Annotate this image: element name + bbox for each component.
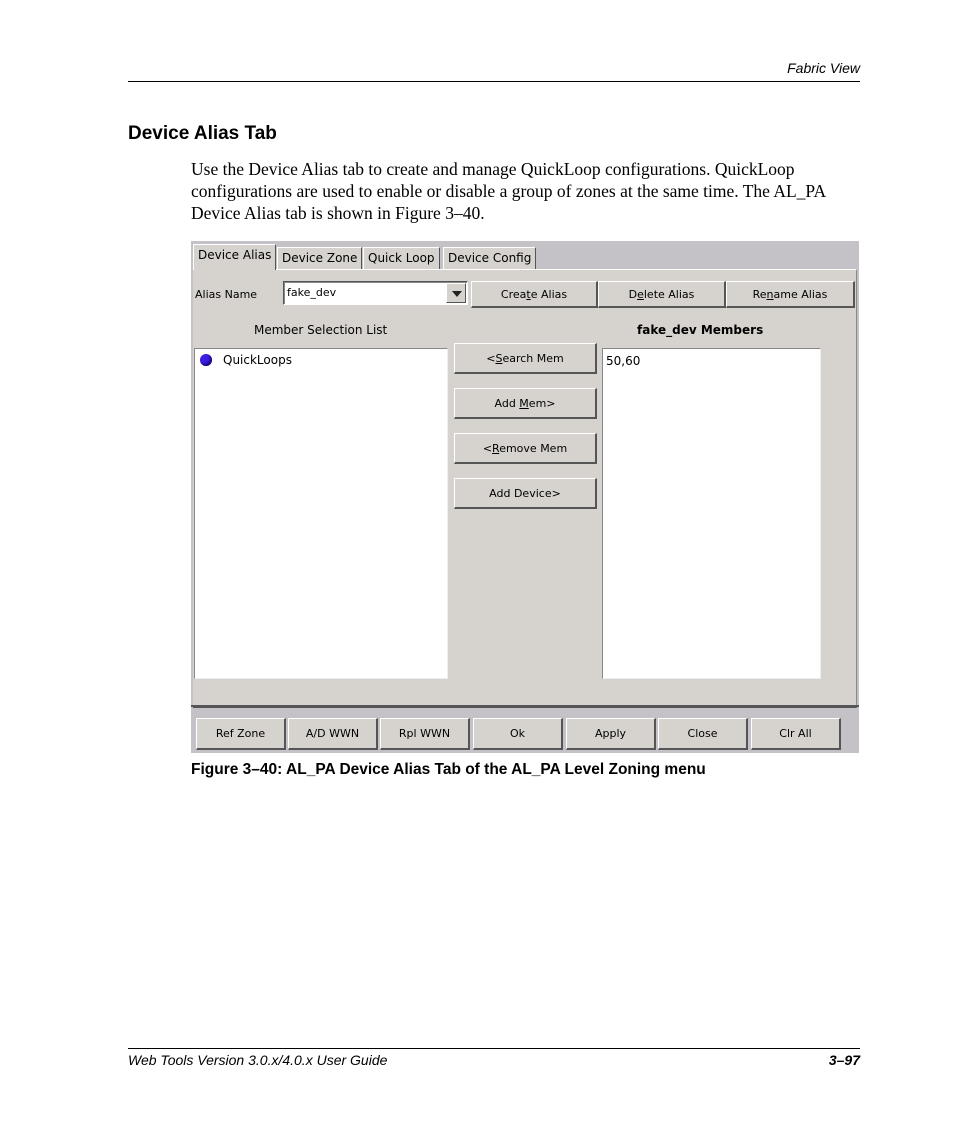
running-head: Fabric View [787, 60, 860, 76]
alias-name-label: Alias Name [195, 288, 258, 301]
alias-name-select[interactable]: fake_dev [283, 281, 468, 305]
body-paragraph: Use the Device Alias tab to create and m… [191, 159, 826, 223]
apply-button[interactable]: Apply [566, 718, 656, 750]
header-rule [128, 81, 860, 82]
footer-divider [191, 705, 859, 707]
figure-caption: Figure 3–40: AL_PA Device Alias Tab of t… [191, 761, 706, 778]
member-selection-label: Member Selection List [254, 323, 388, 337]
list-item[interactable]: 50,60 [606, 354, 640, 368]
list-item-label: QuickLoops [223, 353, 292, 367]
footer-rule [128, 1048, 860, 1049]
member-selection-list[interactable]: QuickLoops [194, 348, 448, 679]
close-button[interactable]: Close [658, 718, 748, 750]
blue-circle-icon [200, 354, 212, 366]
alias-name-value: fake_dev [287, 286, 337, 299]
tab-device-config[interactable]: Device Config [443, 247, 537, 269]
tab-device-zone[interactable]: Device Zone [277, 247, 363, 269]
add-mem-button[interactable]: Add Mem> [454, 388, 597, 419]
tab-quick-loop[interactable]: Quick Loop [363, 247, 440, 269]
ad-wwn-button[interactable]: A/D WWN [288, 718, 378, 750]
clr-all-button[interactable]: Clr All [751, 718, 841, 750]
rpl-wwn-button[interactable]: Rpl WWN [380, 718, 470, 750]
add-device-button[interactable]: Add Device> [454, 478, 597, 509]
search-mem-button[interactable]: <Search Mem [454, 343, 597, 374]
tab-device-alias[interactable]: Device Alias [193, 244, 277, 270]
device-alias-screenshot: Device Alias Device Zone Quick Loop Devi… [191, 241, 859, 753]
page-number: 3–97 [828, 1052, 860, 1068]
members-label: fake_dev Members [637, 323, 764, 337]
section-title: Device Alias Tab [128, 123, 277, 144]
delete-alias-button[interactable]: Delete Alias [598, 281, 726, 308]
create-alias-button[interactable]: Create Alias [471, 281, 598, 308]
chevron-down-icon[interactable] [446, 283, 466, 303]
remove-mem-button[interactable]: <Remove Mem [454, 433, 597, 464]
footer-title: Web Tools Version 3.0.x/4.0.x User Guide [128, 1052, 388, 1068]
list-item[interactable]: QuickLoops [200, 353, 292, 367]
ref-zone-button[interactable]: Ref Zone [196, 718, 286, 750]
rename-alias-button[interactable]: Rename Alias [726, 281, 855, 308]
ok-button[interactable]: Ok [473, 718, 563, 750]
members-list[interactable]: 50,60 [602, 348, 821, 679]
